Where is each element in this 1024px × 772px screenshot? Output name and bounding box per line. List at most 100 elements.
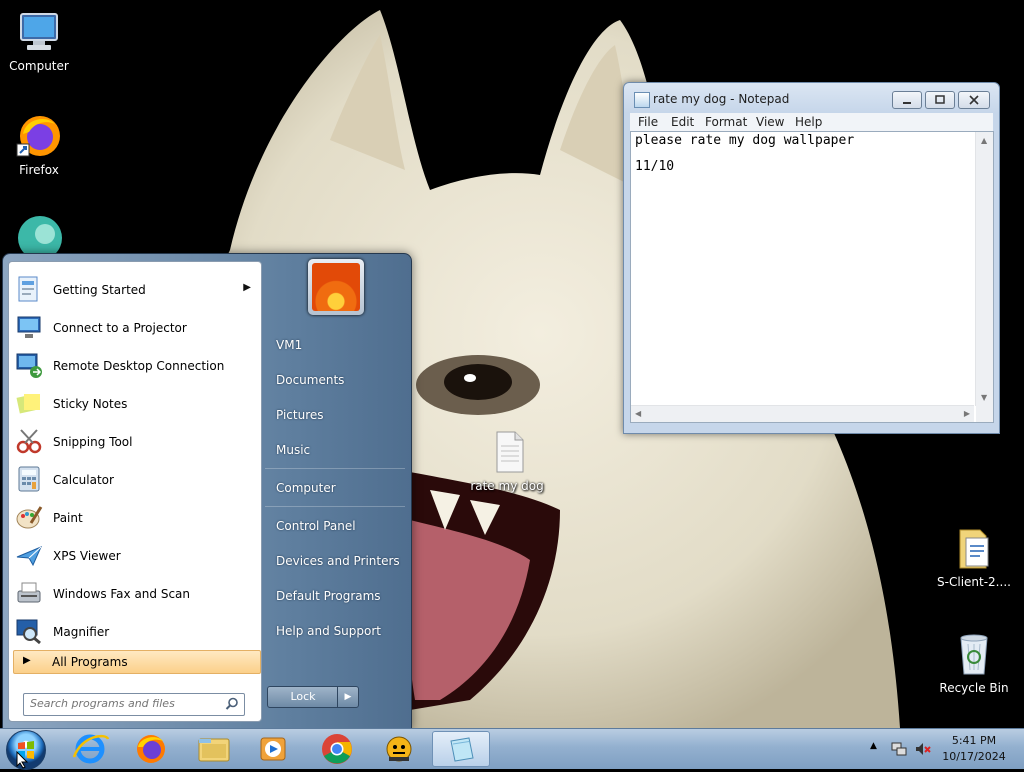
text-line: please rate my dog wallpaper (635, 133, 855, 148)
sticky-notes-icon (16, 394, 40, 414)
submenu-arrow-icon: ▶ (243, 282, 251, 293)
program-label: XPS Viewer (53, 549, 121, 563)
program-label: Remote Desktop Connection (53, 359, 225, 373)
computer-icon (15, 8, 63, 56)
taskbar-internet-explorer[interactable] (62, 731, 118, 767)
search-box[interactable] (23, 693, 245, 716)
program-magnifier[interactable]: Magnifier (9, 612, 261, 650)
divider (265, 468, 405, 469)
firefox-icon (15, 112, 63, 160)
start-right-documents[interactable]: Documents (276, 373, 344, 387)
text-line: 11/10 (635, 159, 675, 174)
vertical-scrollbar[interactable]: ▲ ▼ (975, 132, 993, 406)
desktop-icon-label: Firefox (19, 163, 59, 177)
media-player-icon (260, 737, 286, 761)
desktop-icon-label: rate my dog (470, 479, 544, 493)
recycle-bin-icon (950, 630, 998, 678)
notepad-icon (450, 737, 474, 762)
scrollbar-corner (976, 406, 993, 422)
start-right-help[interactable]: Help and Support (276, 624, 381, 638)
search-input[interactable] (30, 696, 215, 711)
network-icon[interactable] (890, 740, 908, 758)
close-button[interactable] (958, 91, 990, 109)
xps-viewer-icon (16, 546, 42, 567)
desktop-icon-computer[interactable]: Computer (1, 8, 77, 73)
show-hidden-icons-button[interactable]: ▲ (870, 741, 877, 751)
desktop-icon-rate-my-dog[interactable]: rate my dog (469, 428, 545, 493)
app-icon (386, 736, 412, 762)
calculator-icon (18, 466, 40, 492)
window-titlebar[interactable]: rate my dog - Notepad (624, 83, 999, 113)
text-file-icon (483, 428, 531, 476)
menu-help[interactable]: Help (795, 115, 822, 129)
start-right-devices[interactable]: Devices and Printers (276, 554, 400, 568)
program-fax-scan[interactable]: Windows Fax and Scan (9, 574, 261, 612)
program-calculator[interactable]: Calculator (9, 460, 261, 498)
program-label: Getting Started (53, 283, 146, 297)
window-title: rate my dog - Notepad (653, 92, 790, 106)
start-right-control-panel[interactable]: Control Panel (276, 519, 356, 533)
text-editor-area[interactable]: please rate my dog wallpaper 11/10 ▲ ▼ ◀… (630, 131, 994, 423)
menu-format[interactable]: Format (705, 115, 747, 129)
lock-button[interactable]: Lock (267, 686, 339, 708)
program-label: Calculator (53, 473, 114, 487)
taskbar-media-player[interactable] (245, 731, 301, 767)
flower-avatar-image (312, 263, 360, 311)
start-right-pictures[interactable]: Pictures (276, 408, 324, 422)
shutdown-options-button[interactable]: ▶ (337, 686, 359, 708)
divider (265, 506, 405, 507)
taskbar-app[interactable] (371, 731, 427, 767)
all-programs-button[interactable]: ▶ All Programs (13, 650, 261, 674)
start-menu: Getting Started ▶ Connect to a Projector… (2, 253, 412, 730)
program-sticky-notes[interactable]: Sticky Notes (9, 384, 261, 422)
start-right-music[interactable]: Music (276, 443, 310, 457)
start-right-user[interactable]: VM1 (276, 338, 302, 352)
menu-file[interactable]: File (638, 115, 658, 129)
scroll-down-icon[interactable]: ▼ (981, 393, 987, 402)
program-snipping-tool[interactable]: Snipping Tool (9, 422, 261, 460)
scroll-right-icon[interactable]: ▶ (964, 409, 970, 418)
system-clock[interactable]: 5:41 PM 10/17/2024 (930, 733, 1018, 765)
program-getting-started[interactable]: Getting Started ▶ (9, 270, 261, 308)
taskbar-file-explorer[interactable] (186, 731, 242, 767)
close-icon (969, 95, 979, 105)
desktop-icon-label: S-Client-2.... (937, 575, 1011, 589)
notepad-window[interactable]: rate my dog - Notepad File Edit Format V… (623, 82, 1000, 434)
program-label: Paint (53, 511, 83, 525)
snipping-tool-icon (16, 429, 42, 454)
horizontal-scrollbar[interactable]: ◀ ▶ (631, 405, 974, 422)
user-avatar[interactable] (308, 259, 364, 315)
minimize-button[interactable] (892, 91, 922, 109)
fax-scan-icon (17, 582, 41, 603)
program-xps-viewer[interactable]: XPS Viewer (9, 536, 261, 574)
program-label: Connect to a Projector (53, 321, 187, 335)
desktop-icon-recycle-bin[interactable]: Recycle Bin (936, 630, 1012, 695)
taskbar-firefox[interactable] (123, 731, 179, 767)
program-connect-projector[interactable]: Connect to a Projector (9, 308, 261, 346)
firefox-icon (137, 735, 165, 763)
menu-edit[interactable]: Edit (671, 115, 694, 129)
menu-view[interactable]: View (756, 115, 784, 129)
remote-desktop-icon (16, 353, 42, 378)
taskbar-chrome[interactable] (309, 731, 365, 767)
scroll-left-icon[interactable]: ◀ (635, 409, 641, 418)
clock-date: 10/17/2024 (942, 750, 1006, 763)
start-menu-programs-pane: Getting Started ▶ Connect to a Projector… (8, 261, 262, 722)
desktop-icon-label: Computer (9, 59, 69, 73)
maximize-button[interactable] (925, 91, 955, 109)
desktop-icon-s-client[interactable]: S-Client-2.... (936, 524, 1012, 589)
magnifier-icon (16, 619, 41, 645)
program-paint[interactable]: Paint (9, 498, 261, 536)
scroll-up-icon[interactable]: ▲ (981, 136, 987, 145)
program-remote-desktop[interactable]: Remote Desktop Connection (9, 346, 261, 384)
mouse-cursor-icon (16, 751, 29, 769)
desktop-icon-firefox[interactable]: Firefox (1, 112, 77, 177)
desktop-icon-label: Recycle Bin (939, 681, 1009, 695)
search-icon[interactable] (225, 697, 239, 711)
chevron-right-icon: ▶ (23, 655, 31, 666)
taskbar-notepad[interactable] (432, 731, 490, 767)
program-label: Sticky Notes (53, 397, 128, 411)
all-programs-label: All Programs (52, 655, 128, 669)
start-right-computer[interactable]: Computer (276, 481, 336, 495)
start-right-default-programs[interactable]: Default Programs (276, 589, 381, 603)
